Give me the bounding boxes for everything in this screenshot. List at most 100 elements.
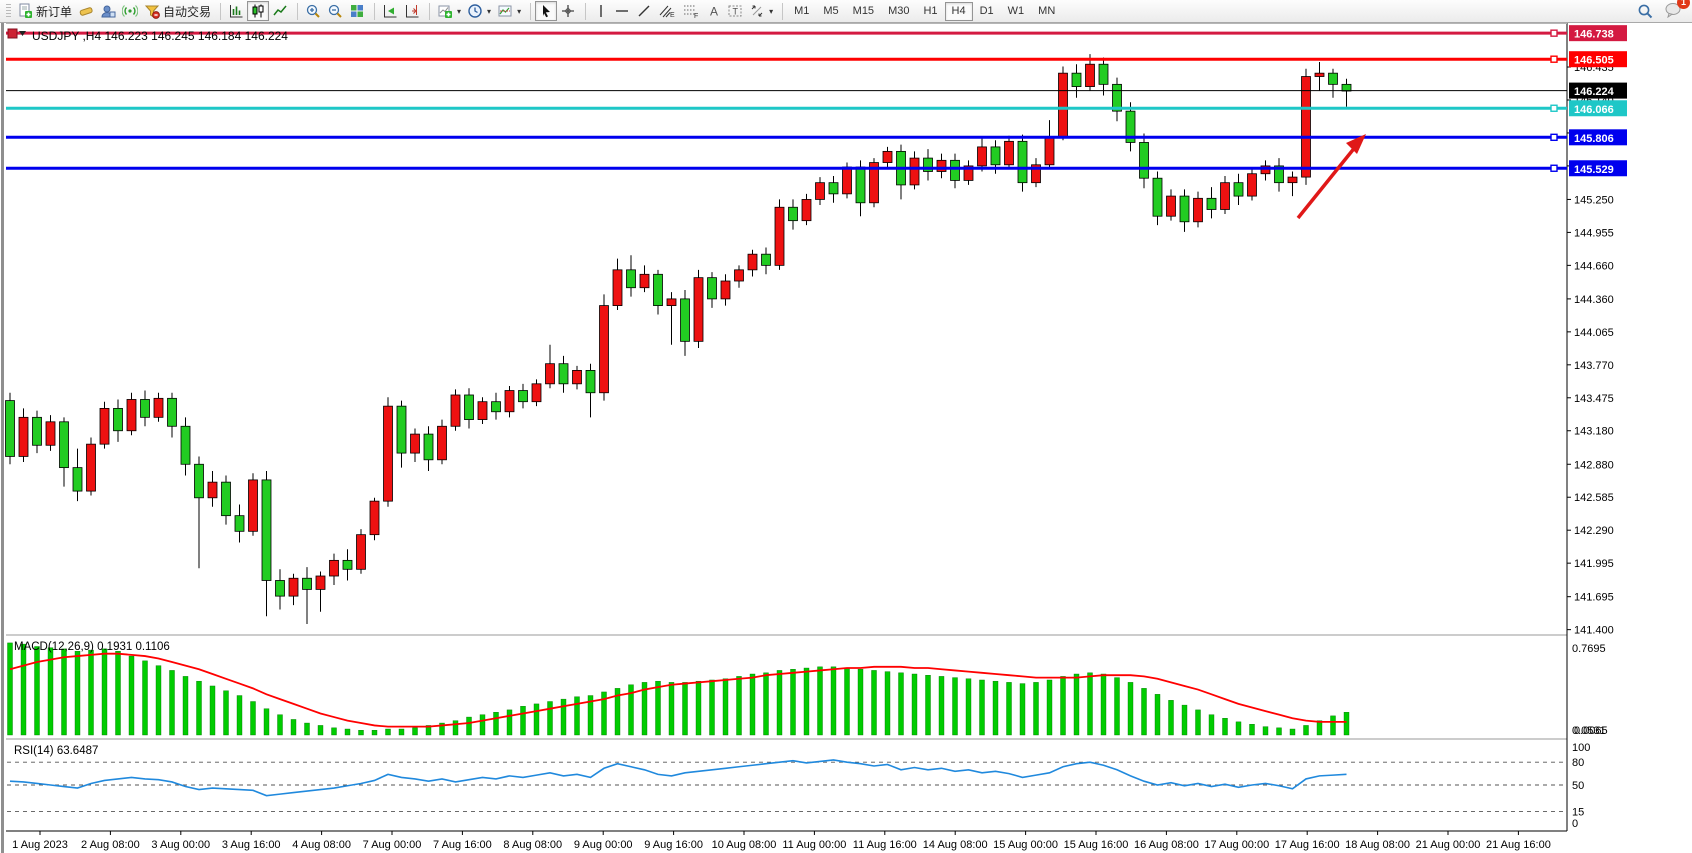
trendline-button[interactable] xyxy=(633,1,655,21)
rsi-level-label: 0 xyxy=(1572,818,1578,830)
macd-histogram-bar xyxy=(1169,700,1174,735)
zoom-in-button[interactable] xyxy=(302,1,324,21)
macd-histogram-bar xyxy=(1223,718,1228,735)
candle-body xyxy=(559,364,568,384)
time-tick-label: 2 Aug 08:00 xyxy=(81,839,140,851)
candle-body xyxy=(276,580,285,596)
bar-chart-icon xyxy=(228,3,244,19)
line-chart-icon xyxy=(272,3,288,19)
macd-histogram-bar xyxy=(710,680,715,735)
indicators-button[interactable]: ▾ xyxy=(434,1,464,21)
toolbar: 新订单 自动交易 ▾ ▾ xyxy=(0,0,1692,23)
tab-timeframe-m1[interactable]: M1 xyxy=(787,2,816,21)
arrows-button[interactable]: ▾ xyxy=(746,1,776,21)
tile-windows-button[interactable] xyxy=(346,1,368,21)
hline-button[interactable] xyxy=(611,1,633,21)
tab-timeframe-d1[interactable]: D1 xyxy=(973,2,1001,21)
tab-timeframe-mn[interactable]: MN xyxy=(1031,2,1062,21)
candle-body xyxy=(87,444,96,491)
vline-button[interactable] xyxy=(590,1,611,21)
time-tick-label: 14 Aug 08:00 xyxy=(923,839,988,851)
candle-body xyxy=(883,151,892,162)
new-order-button[interactable]: 新订单 xyxy=(14,1,75,21)
periods-button[interactable]: ▾ xyxy=(464,1,494,21)
hline-handle[interactable] xyxy=(1551,165,1557,171)
label-letter: T xyxy=(733,7,739,17)
candle-body xyxy=(910,158,919,185)
rsi-label: RSI(14) 63.6487 xyxy=(14,745,98,757)
tab-timeframe-m5[interactable]: M5 xyxy=(816,2,845,21)
candle-body xyxy=(316,576,325,589)
candle-body xyxy=(235,516,244,532)
cursor-button[interactable] xyxy=(535,1,557,21)
notification-badge[interactable]: 1 xyxy=(1677,0,1690,9)
tab-timeframe-h4[interactable]: H4 xyxy=(945,2,973,21)
channel-letter: E xyxy=(670,12,675,19)
macd-histogram-bar xyxy=(224,691,229,735)
toolbar-right: 1 xyxy=(1634,0,1689,23)
chart-canvas[interactable]: 146.435146.140145.845145.550145.250144.9… xyxy=(0,23,1692,853)
chart-shift-button[interactable] xyxy=(401,1,423,21)
macd-histogram-bar xyxy=(899,673,904,735)
macd-histogram-bar xyxy=(1101,674,1106,735)
search-button[interactable] xyxy=(1634,1,1657,21)
fibonacci-button[interactable]: F xyxy=(679,1,703,21)
candle-body xyxy=(937,160,946,171)
hline-handle[interactable] xyxy=(1551,30,1557,36)
candle-body xyxy=(114,408,123,430)
text-button[interactable]: A xyxy=(703,1,724,21)
fibonacci-icon: F xyxy=(682,3,700,19)
macd-histogram-bar xyxy=(1290,729,1295,735)
candle-body xyxy=(978,147,987,166)
auto-scroll-icon xyxy=(382,3,398,19)
macd-histogram-bar xyxy=(89,650,94,735)
window-left-edge xyxy=(1,23,4,853)
macd-histogram-bar xyxy=(1331,716,1336,735)
macd-histogram-bar xyxy=(1250,724,1255,735)
macd-histogram-bar xyxy=(1344,712,1349,735)
time-tick-label: 3 Aug 00:00 xyxy=(151,839,210,851)
signal-icon-button[interactable] xyxy=(119,1,141,21)
candlestick-chart-button[interactable] xyxy=(247,1,269,21)
price-badge-label: 146.224 xyxy=(1574,86,1615,98)
tab-timeframe-w1[interactable]: W1 xyxy=(1001,2,1032,21)
time-tick-label: 7 Aug 00:00 xyxy=(363,839,422,851)
tab-timeframe-m30[interactable]: M30 xyxy=(881,2,916,21)
templates-button[interactable]: ▾ xyxy=(494,1,524,21)
macd-histogram-bar xyxy=(1088,673,1093,735)
dropdown-caret: ▾ xyxy=(769,7,773,16)
macd-histogram-bar xyxy=(494,712,499,735)
trendline-icon xyxy=(636,3,652,19)
tile-windows-icon xyxy=(349,3,365,19)
macd-histogram-bar xyxy=(413,728,418,735)
macd-histogram-bar xyxy=(1074,674,1079,735)
auto-scroll-button[interactable] xyxy=(379,1,401,21)
hline-handle[interactable] xyxy=(1551,105,1557,111)
candle-body xyxy=(546,364,555,384)
macd-histogram-bar xyxy=(872,670,877,735)
fibo-letter: F xyxy=(694,13,698,19)
candle-body xyxy=(1302,77,1311,178)
macd-histogram-bar xyxy=(858,669,863,735)
zoom-out-button[interactable] xyxy=(324,1,346,21)
macd-histogram-bar xyxy=(251,702,256,735)
candle-body xyxy=(343,560,352,569)
hline-handle[interactable] xyxy=(1551,134,1557,140)
candle-body xyxy=(586,370,595,392)
channel-button[interactable]: E xyxy=(655,1,679,21)
macd-histogram-bar xyxy=(399,729,404,735)
macd-histogram-bar xyxy=(831,667,836,735)
crosshair-button[interactable] xyxy=(557,1,579,21)
hline-handle[interactable] xyxy=(1551,56,1557,62)
profile-icon-button[interactable] xyxy=(97,1,119,21)
bar-chart-button[interactable] xyxy=(225,1,247,21)
line-chart-button[interactable] xyxy=(269,1,291,21)
price-badge-label: 146.505 xyxy=(1574,55,1614,67)
text-label-button[interactable]: T xyxy=(724,1,746,21)
price-tick-label: 145.250 xyxy=(1574,194,1614,206)
chisel-icon-button[interactable] xyxy=(75,1,97,21)
auto-trading-button[interactable]: 自动交易 xyxy=(141,1,214,21)
candlestick-chart-icon xyxy=(250,3,266,19)
tab-timeframe-m15[interactable]: M15 xyxy=(846,2,881,21)
tab-timeframe-h1[interactable]: H1 xyxy=(916,2,944,21)
